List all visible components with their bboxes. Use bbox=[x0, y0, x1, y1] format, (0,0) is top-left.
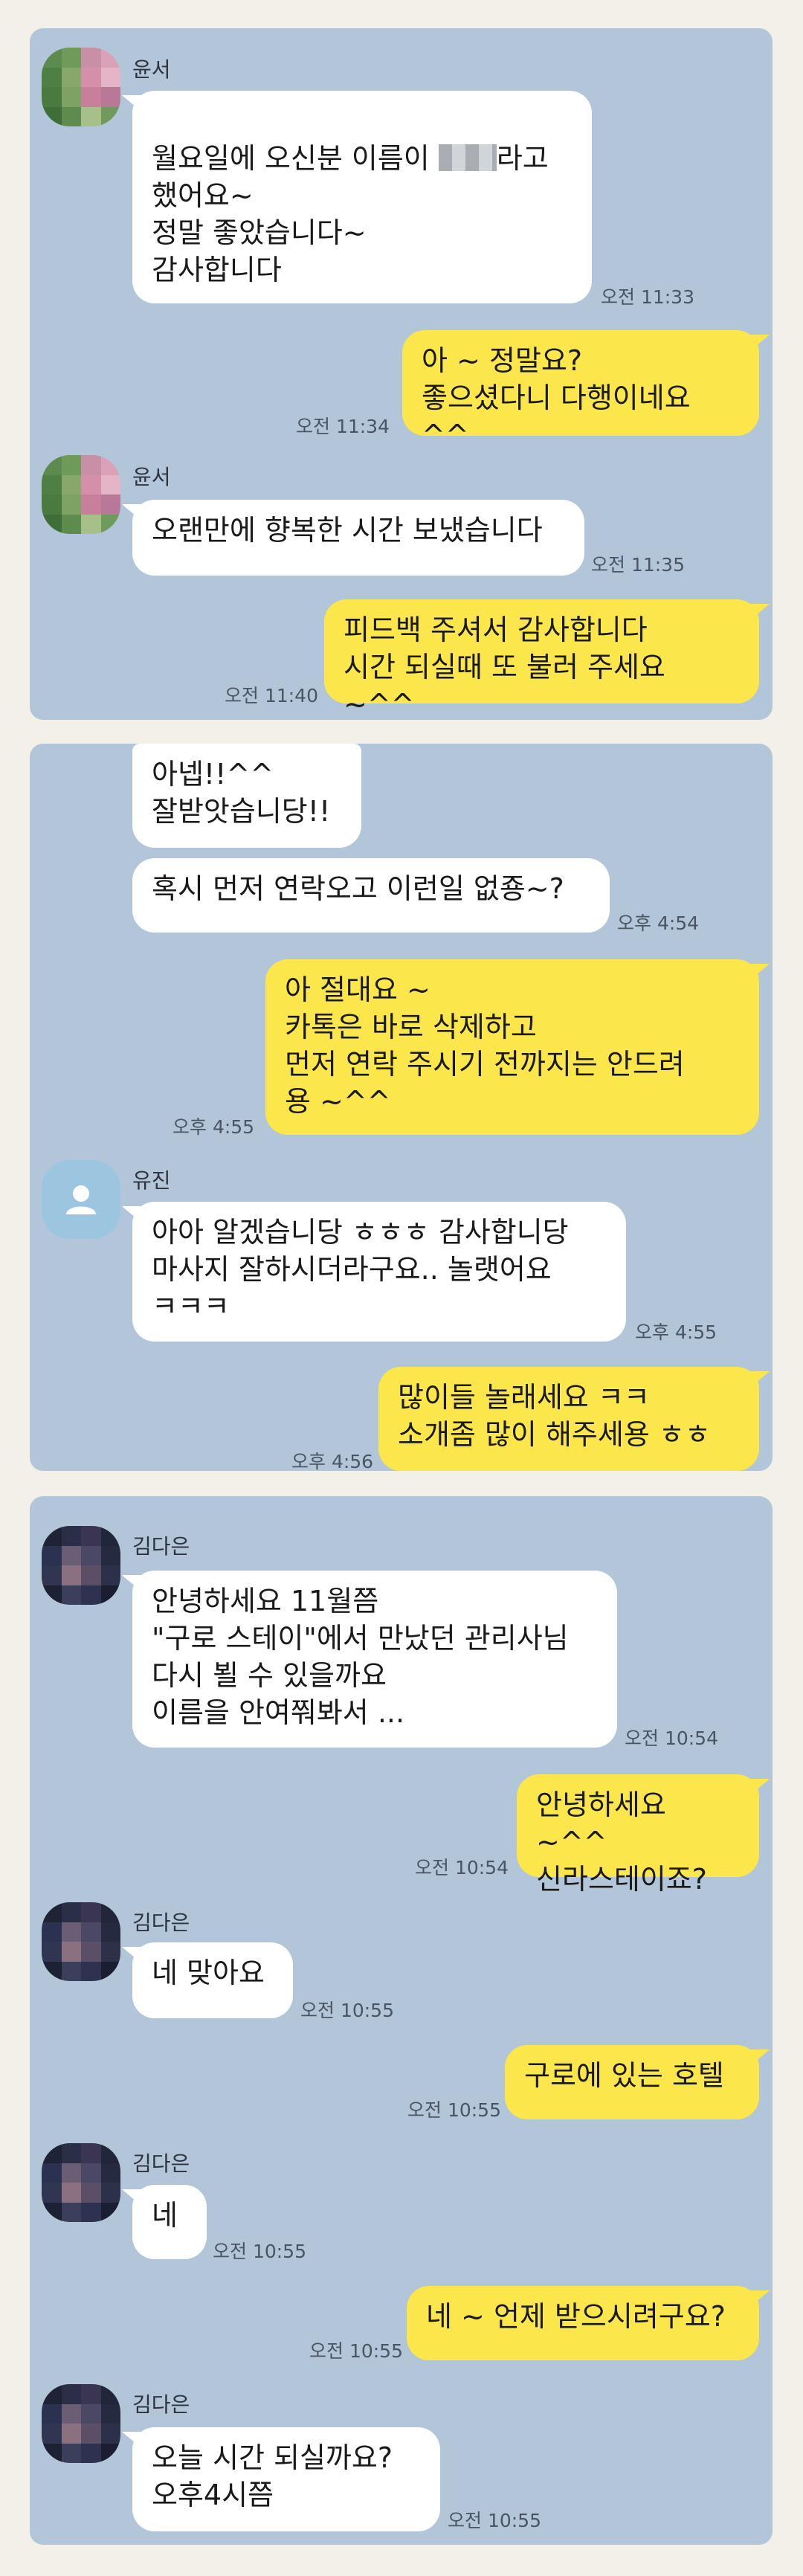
message-text: 월요일에 오신분 이름이 bbox=[152, 142, 439, 175]
avatar-kimdaeun[interactable] bbox=[42, 2384, 120, 2463]
chat-screenshot-2: 아넵!!^^ 잘받앗습니당!! 혹시 먼저 연락오고 이런일 없죵~? 오후 4… bbox=[30, 744, 773, 1472]
redacted-name bbox=[438, 144, 497, 171]
timestamp: 오전 10:55 bbox=[448, 2510, 541, 2531]
timestamp: 오전 11:40 bbox=[225, 685, 318, 706]
incoming-message[interactable]: 아넵!!^^ 잘받앗습니당!! bbox=[132, 744, 361, 848]
timestamp: 오전 10:54 bbox=[625, 1727, 718, 1749]
outgoing-message[interactable]: 네 ~ 언제 받으시려구요? bbox=[407, 2286, 770, 2360]
incoming-message[interactable]: 안녕하세요 11월쯤 "구로 스테이"에서 만났던 관리사님 다시 뵐 수 있을… bbox=[122, 1571, 617, 1748]
avatar-kimdaeun[interactable] bbox=[42, 1902, 120, 1981]
default-profile-icon bbox=[66, 1185, 96, 1214]
incoming-message[interactable]: 오늘 시간 되실까요? 오후4시쯤 bbox=[122, 2427, 440, 2531]
outgoing-message[interactable]: 구로에 있는 호텔 bbox=[505, 2045, 770, 2119]
outgoing-message[interactable]: 피드백 주셔서 감사합니다 시간 되실때 또 불러 주세요 ~^^ bbox=[324, 599, 770, 721]
timestamp: 오전 10:55 bbox=[300, 2000, 394, 2021]
sender-name: 김다은 bbox=[132, 2151, 190, 2176]
incoming-message[interactable]: 혹시 먼저 연락오고 이런일 없죵~? bbox=[132, 858, 610, 933]
message-text: 했어요~ 정말 좋았습니다~ 감사합니다 bbox=[152, 179, 367, 286]
timestamp: 오후 4:55 bbox=[635, 1321, 717, 1343]
sender-name: 유진 bbox=[132, 1168, 171, 1193]
message-text: 라고 bbox=[496, 142, 549, 175]
outgoing-message[interactable]: 많이들 놀래세요 ㅋㅋ 소개좀 많이 해주세용 ㅎㅎ bbox=[378, 1367, 770, 1471]
sender-name: 김다은 bbox=[132, 2392, 190, 2417]
timestamp: 오전 11:34 bbox=[296, 416, 390, 437]
avatar-yujin[interactable] bbox=[42, 1160, 120, 1239]
incoming-message[interactable]: 네 bbox=[122, 2185, 207, 2259]
chat-screenshot-3: 김다은 안녕하세요 11월쯤 "구로 스테이"에서 만났던 관리사님 다시 뵐 … bbox=[30, 1496, 773, 2545]
timestamp: 오전 10:54 bbox=[415, 1857, 509, 1878]
timestamp: 오전 10:55 bbox=[309, 2340, 403, 2362]
timestamp: 오전 10:55 bbox=[213, 2241, 306, 2262]
timestamp: 오후 4:56 bbox=[291, 1451, 374, 1472]
timestamp: 오후 4:55 bbox=[172, 1116, 255, 1138]
incoming-message[interactable]: 네 맞아요 bbox=[122, 1942, 293, 2018]
avatar-yunseo[interactable] bbox=[42, 455, 120, 534]
incoming-message[interactable]: 아아 알겠습니당 ㅎㅎㅎ 감사합니당 마사지 잘하시더라구요.. 놀랫어요 ㅋㅋ… bbox=[122, 1202, 626, 1342]
chat-screenshot-1: 윤서 월요일에 오신분 이름이 라고했어요~ 정말 좋았습니다~ 감사합니다 오… bbox=[30, 28, 773, 721]
incoming-message[interactable]: 월요일에 오신분 이름이 라고했어요~ 정말 좋았습니다~ 감사합니다 bbox=[122, 91, 592, 303]
timestamp: 오전 10:55 bbox=[407, 2099, 501, 2121]
sender-name: 김다은 bbox=[132, 1910, 190, 1935]
sender-name: 윤서 bbox=[132, 57, 171, 82]
outgoing-message[interactable]: 아 ~ 정말요? 좋으셨다니 다행이네요 ^^ bbox=[402, 330, 770, 451]
avatar-kimdaeun[interactable] bbox=[42, 1526, 120, 1605]
timestamp: 오후 4:54 bbox=[617, 912, 700, 934]
avatar-yunseo[interactable] bbox=[42, 48, 120, 126]
sender-name: 김다은 bbox=[132, 1534, 190, 1559]
timestamp: 오전 11:35 bbox=[591, 554, 685, 576]
incoming-message[interactable]: 오랜만에 향복한 시간 보냈습니다 bbox=[122, 500, 584, 576]
outgoing-message[interactable]: 안녕하세요 ~^^ 신라스테이죠? bbox=[517, 1774, 770, 1896]
avatar-kimdaeun[interactable] bbox=[42, 2143, 120, 2222]
sender-name: 윤서 bbox=[132, 465, 171, 489]
timestamp: 오전 11:33 bbox=[601, 286, 694, 308]
outgoing-message[interactable]: 아 절대요 ~ 카톡은 바로 삭제하고 먼저 연락 주시기 전까지는 안드려 용… bbox=[265, 959, 770, 1135]
